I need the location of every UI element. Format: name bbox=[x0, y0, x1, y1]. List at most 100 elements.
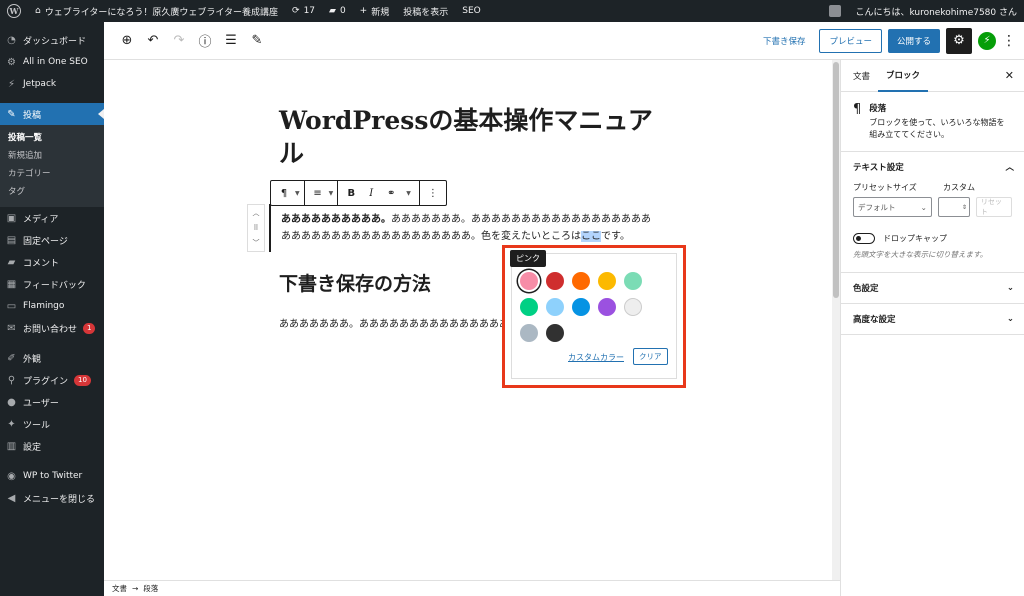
color-swatch[interactable] bbox=[572, 272, 590, 290]
sidebar-item-pages[interactable]: ▤ 固定ページ bbox=[0, 229, 104, 251]
custom-size-label: カスタム bbox=[943, 183, 975, 192]
sidebar-item-posts[interactable]: ✎ 投稿 bbox=[0, 103, 104, 125]
sidebar-item-wp-to-twitter[interactable]: ◉ WP to Twitter bbox=[0, 465, 104, 487]
comments-link[interactable]: ▰ 0 bbox=[322, 0, 353, 22]
text-settings-toggle[interactable]: テキスト設定 ︿ bbox=[841, 152, 1024, 182]
advanced-panel: 高度な設定 ⌄ bbox=[841, 304, 1024, 335]
drop-cap-help: 先頭文字を大きな表示に切り替えます。 bbox=[853, 250, 988, 259]
submenu-add-new[interactable]: 新規追加 bbox=[0, 147, 104, 165]
sidebar-item-appearance[interactable]: ✐ 外観 bbox=[0, 347, 104, 369]
color-swatch[interactable] bbox=[546, 298, 564, 316]
drag-handle[interactable]: ⠿ bbox=[253, 224, 258, 232]
undo-button[interactable]: ↶ bbox=[140, 28, 166, 54]
color-swatch[interactable] bbox=[624, 272, 642, 290]
publish-button[interactable]: 公開する bbox=[887, 28, 940, 53]
paragraph-block[interactable]: あああああああ。あああああああああああああああ bbox=[279, 315, 511, 330]
format-group: B I ⚭ ▼ bbox=[338, 181, 420, 205]
italic-button[interactable]: I bbox=[362, 183, 380, 203]
sidebar-item-label: Flamingo bbox=[23, 301, 65, 311]
clear-color-button[interactable]: クリア bbox=[633, 348, 668, 365]
color-swatch[interactable] bbox=[624, 298, 642, 316]
link-button[interactable]: ⚭ bbox=[382, 183, 400, 203]
tab-document[interactable]: 文書 bbox=[845, 60, 878, 92]
sidebar-item-plugins[interactable]: ⚲ プラグイン 10 bbox=[0, 369, 104, 391]
heading-block[interactable]: 下書き保存の方法 bbox=[279, 269, 431, 296]
sidebar-collapse[interactable]: ◀ メニューを閉じる bbox=[0, 487, 104, 509]
comment-icon: ▰ bbox=[7, 256, 16, 268]
settings-button[interactable]: ⚙ bbox=[946, 27, 972, 54]
sidebar-item-settings[interactable]: ▥ 設定 bbox=[0, 435, 104, 457]
wp-logo-link[interactable]: W bbox=[0, 0, 28, 22]
panel-title: テキスト設定 bbox=[853, 163, 904, 173]
chevron-down-icon: ⌄ bbox=[920, 202, 927, 212]
my-account-link[interactable]: こんにちは、kuronekohime7580 さん bbox=[848, 0, 1024, 22]
add-block-button[interactable]: ⊕ bbox=[114, 28, 140, 54]
more-formats-caret-icon[interactable]: ▼ bbox=[402, 190, 415, 197]
color-swatch[interactable] bbox=[546, 272, 564, 290]
reset-size-button[interactable]: リセット bbox=[975, 197, 1012, 217]
bold-button[interactable]: B bbox=[342, 183, 360, 203]
custom-size-input[interactable]: ⇕ bbox=[937, 197, 970, 217]
jetpack-button[interactable]: ⚡ bbox=[978, 31, 996, 50]
sidebar-item-label: ツール bbox=[23, 420, 51, 431]
color-swatch[interactable] bbox=[520, 324, 538, 342]
post-title[interactable]: WordPressの基本操作マニュアル bbox=[279, 104, 659, 170]
block-description: ブロックを使って、いろいろな物語を組み立ててください。 bbox=[869, 118, 1005, 139]
submenu-categories[interactable]: カテゴリー bbox=[0, 165, 104, 183]
seo-link[interactable]: SEO bbox=[455, 0, 487, 22]
editor-header: ⊕ ↶ ↷ ⓘ ☰ ✎ 下書き保存 プレビュー 公開する ⚙ ⚡ ⋮ bbox=[104, 22, 1024, 60]
drop-cap-toggle[interactable] bbox=[853, 233, 875, 244]
sidebar-item-jetpack[interactable]: ⚡ Jetpack bbox=[0, 73, 104, 95]
preset-size-select[interactable]: デフォルト ⌄ bbox=[853, 197, 932, 217]
dashboard-icon: ◔ bbox=[7, 34, 16, 46]
sidebar-item-comments[interactable]: ▰ コメント bbox=[0, 251, 104, 273]
paragraph-switcher-button[interactable]: ¶ bbox=[275, 183, 293, 203]
color-swatch[interactable] bbox=[572, 298, 590, 316]
sidebar-item-tools[interactable]: ✦ ツール bbox=[0, 413, 104, 435]
paragraph-icon: ¶ bbox=[280, 187, 288, 199]
color-swatch[interactable] bbox=[520, 272, 538, 290]
sidebar-item-contact[interactable]: ✉ お問い合わせ 1 bbox=[0, 317, 104, 339]
more-menu-button[interactable]: ⋮ bbox=[1002, 33, 1016, 49]
redo-button[interactable]: ↷ bbox=[166, 28, 192, 54]
chevron-down-icon: ⌄ bbox=[1006, 314, 1014, 324]
site-name: ウェブライターになろう！原久廣ウェブライター養成講座 bbox=[44, 7, 279, 18]
color-swatch[interactable] bbox=[598, 272, 616, 290]
submenu-tags[interactable]: タグ bbox=[0, 183, 104, 201]
advanced-toggle[interactable]: 高度な設定 ⌄ bbox=[841, 304, 1024, 334]
move-up-button[interactable]: ︿ bbox=[253, 208, 260, 218]
outline-button[interactable]: ☰ bbox=[218, 28, 244, 54]
custom-color-link[interactable]: カスタムカラー bbox=[568, 352, 624, 363]
block-options-button[interactable]: ⋮ bbox=[424, 183, 442, 203]
sidebar-item-media[interactable]: ▣ メディア bbox=[0, 207, 104, 229]
breadcrumb-paragraph[interactable]: 段落 bbox=[143, 583, 158, 594]
sidebar-item-aioseo[interactable]: ⚙ All in One SEO bbox=[0, 51, 104, 73]
updates-link[interactable]: ⟳ 17 bbox=[285, 0, 322, 22]
submenu-all-posts[interactable]: 投稿一覧 bbox=[0, 129, 104, 147]
color-swatch[interactable] bbox=[546, 324, 564, 342]
close-settings-button[interactable]: ✕ bbox=[1005, 69, 1014, 82]
sidebar-item-label: 投稿 bbox=[23, 110, 42, 121]
preview-button[interactable]: プレビュー bbox=[819, 28, 882, 53]
sidebar-item-flamingo[interactable]: ▭ Flamingo bbox=[0, 295, 104, 317]
scrollbar-thumb[interactable] bbox=[833, 62, 839, 298]
move-down-button[interactable]: ﹀ bbox=[253, 238, 260, 248]
new-content-link[interactable]: + 新規 bbox=[353, 0, 397, 22]
paragraph-icon: ¶ bbox=[853, 102, 862, 117]
breadcrumb-document[interactable]: 文書 bbox=[112, 583, 127, 594]
preset-size-label: プリセットサイズ bbox=[853, 183, 917, 192]
info-button[interactable]: ⓘ bbox=[192, 28, 218, 54]
view-post-link[interactable]: 投稿を表示 bbox=[396, 0, 455, 22]
sidebar-item-feedback[interactable]: ▦ フィードバック bbox=[0, 273, 104, 295]
color-swatch[interactable] bbox=[598, 298, 616, 316]
color-swatch[interactable] bbox=[520, 298, 538, 316]
save-draft-button[interactable]: 下書き保存 bbox=[755, 35, 814, 47]
sidebar-item-dashboard[interactable]: ◔ ダッシュボード bbox=[0, 29, 104, 51]
sidebar-item-users[interactable]: ● ユーザー bbox=[0, 391, 104, 413]
notification-link[interactable] bbox=[822, 0, 848, 22]
site-name-link[interactable]: ⌂ ウェブライターになろう！原久廣ウェブライター養成講座 bbox=[28, 0, 285, 22]
tab-block[interactable]: ブロック bbox=[878, 60, 929, 92]
color-settings-toggle[interactable]: 色設定 ⌄ bbox=[841, 273, 1024, 303]
align-button[interactable]: ≡ bbox=[309, 183, 327, 203]
tools-button[interactable]: ✎ bbox=[244, 28, 270, 54]
